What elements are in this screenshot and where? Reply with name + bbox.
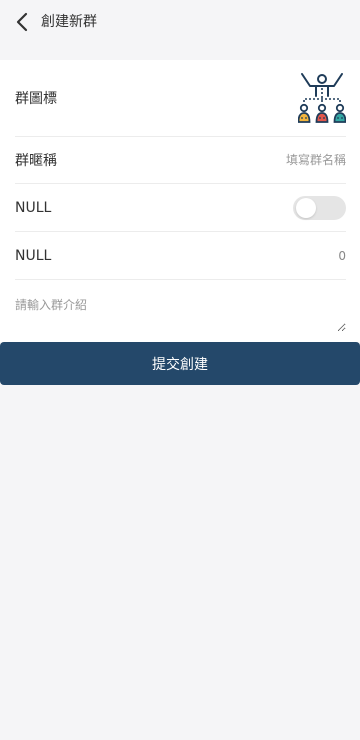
- toggle-switch[interactable]: [293, 195, 346, 220]
- group-intro-textarea[interactable]: [15, 292, 346, 332]
- count-row: NULL 0: [15, 232, 346, 280]
- group-icon-row[interactable]: 群圖標: [15, 60, 347, 137]
- count-label: NULL: [15, 247, 52, 264]
- group-name-label: 群暱稱: [15, 153, 57, 169]
- count-value: 0: [338, 248, 346, 263]
- toggle-knob: [296, 197, 316, 218]
- chevron-left-icon: [16, 12, 28, 32]
- create-group-page: 創建新群 群圖標 群暱稱 填寫群名稱 NULL NULL 0 請輸入群介紹 提交…: [0, 0, 360, 740]
- toggle-label: NULL: [15, 199, 52, 216]
- group-intro-area: [15, 292, 346, 332]
- back-button[interactable]: [10, 10, 34, 34]
- group-icon-label: 群圖標: [15, 91, 57, 107]
- group-name-row: 群暱稱: [15, 137, 346, 184]
- page-title: 創建新群: [41, 14, 97, 30]
- submit-create-button[interactable]: 提交創建: [0, 342, 360, 385]
- group-people-icon[interactable]: [297, 72, 347, 124]
- toggle-row: NULL: [15, 184, 346, 232]
- group-name-input[interactable]: [186, 153, 346, 167]
- group-form-card: 群圖標 群暱稱 填寫群名稱 NULL NULL 0 請輸入群介紹: [0, 60, 360, 342]
- header-bar: 創建新群: [0, 0, 360, 44]
